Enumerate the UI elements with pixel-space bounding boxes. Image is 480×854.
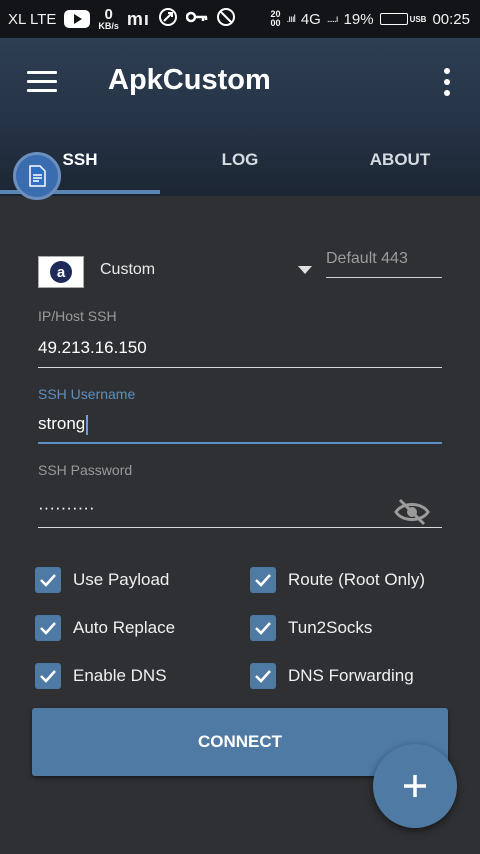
check-icon	[35, 663, 61, 689]
battery-icon: USB	[379, 13, 427, 25]
host-input[interactable]: 49.213.16.150	[38, 338, 442, 368]
server-spinner-value[interactable]: Custom	[100, 261, 155, 279]
checkbox-label: Route (Root Only)	[288, 570, 425, 589]
app-bar: ApkCustom SSH LOG ABOUT	[0, 38, 480, 196]
visibility-off-icon[interactable]	[394, 498, 430, 526]
check-icon	[250, 663, 276, 689]
signal-bars-icon: .ıııl	[286, 13, 296, 25]
vpn-icon	[158, 7, 178, 32]
tab-about[interactable]: ABOUT	[320, 150, 480, 170]
checkbox-use-payload[interactable]: Use Payload	[35, 567, 169, 593]
signal-bars-2-icon: .....ı	[326, 13, 339, 25]
check-icon	[35, 615, 61, 641]
username-label: SSH Username	[38, 386, 136, 402]
username-input[interactable]: strong	[38, 414, 442, 444]
password-value: ··········	[38, 498, 95, 517]
server-logo: a	[38, 256, 84, 288]
text-cursor	[86, 414, 89, 435]
speed-value: 0	[104, 6, 113, 23]
port-input[interactable]: Default 443	[326, 248, 442, 278]
checkbox-enable-dns[interactable]: Enable DNS	[35, 663, 167, 689]
host-value: 49.213.16.150	[38, 338, 147, 357]
checkbox-dns-forwarding[interactable]: DNS Forwarding	[250, 663, 414, 689]
add-fab-button[interactable]	[373, 744, 457, 828]
dropdown-caret-icon[interactable]	[298, 266, 312, 274]
document-icon[interactable]	[13, 152, 61, 200]
carrier-text: XL LTE	[8, 10, 57, 28]
app-title: ApkCustom	[108, 64, 271, 96]
checkbox-auto-replace[interactable]: Auto Replace	[35, 615, 175, 641]
more-vert-icon[interactable]	[440, 68, 454, 96]
check-icon	[250, 615, 276, 641]
battery-percent: 19%	[343, 10, 374, 28]
username-value: strong	[38, 414, 86, 433]
clock: 00:25	[432, 10, 470, 28]
checkbox-label: Tun2Socks	[288, 618, 373, 637]
status-bar: XL LTE 0 KB/s mı 20 00 .ıııl 4G .....ı 1…	[0, 0, 480, 38]
data-counter: 20 00	[270, 10, 280, 28]
tab-log[interactable]: LOG	[160, 150, 320, 170]
youtube-icon	[64, 10, 91, 28]
network-speed: 0 KB/s	[98, 7, 119, 31]
checkbox-label: Enable DNS	[73, 666, 167, 685]
speed-unit: KB/s	[98, 21, 119, 31]
hamburger-menu-icon[interactable]	[27, 71, 57, 93]
data-counter-bottom: 00	[270, 18, 281, 28]
host-label: IP/Host SSH	[38, 308, 117, 324]
network-type: 4G	[300, 10, 321, 28]
check-icon	[35, 567, 61, 593]
mi-logo-icon: mı	[126, 8, 150, 29]
plus-icon	[404, 775, 426, 797]
checkbox-label: DNS Forwarding	[288, 666, 414, 685]
tab-bar: SSH LOG ABOUT	[0, 138, 480, 196]
key-icon	[185, 10, 208, 28]
usb-label: USB	[409, 14, 427, 24]
checkbox-route-root-only[interactable]: Route (Root Only)	[250, 567, 425, 593]
checkbox-label: Use Payload	[73, 570, 170, 589]
password-label: SSH Password	[38, 462, 133, 478]
server-logo-letter: a	[50, 261, 72, 283]
password-input[interactable]: ··········	[38, 498, 442, 528]
checkbox-tun2socks[interactable]: Tun2Socks	[250, 615, 372, 641]
checkbox-label: Auto Replace	[73, 618, 176, 637]
check-icon	[250, 567, 276, 593]
do-not-disturb-icon	[216, 7, 236, 31]
